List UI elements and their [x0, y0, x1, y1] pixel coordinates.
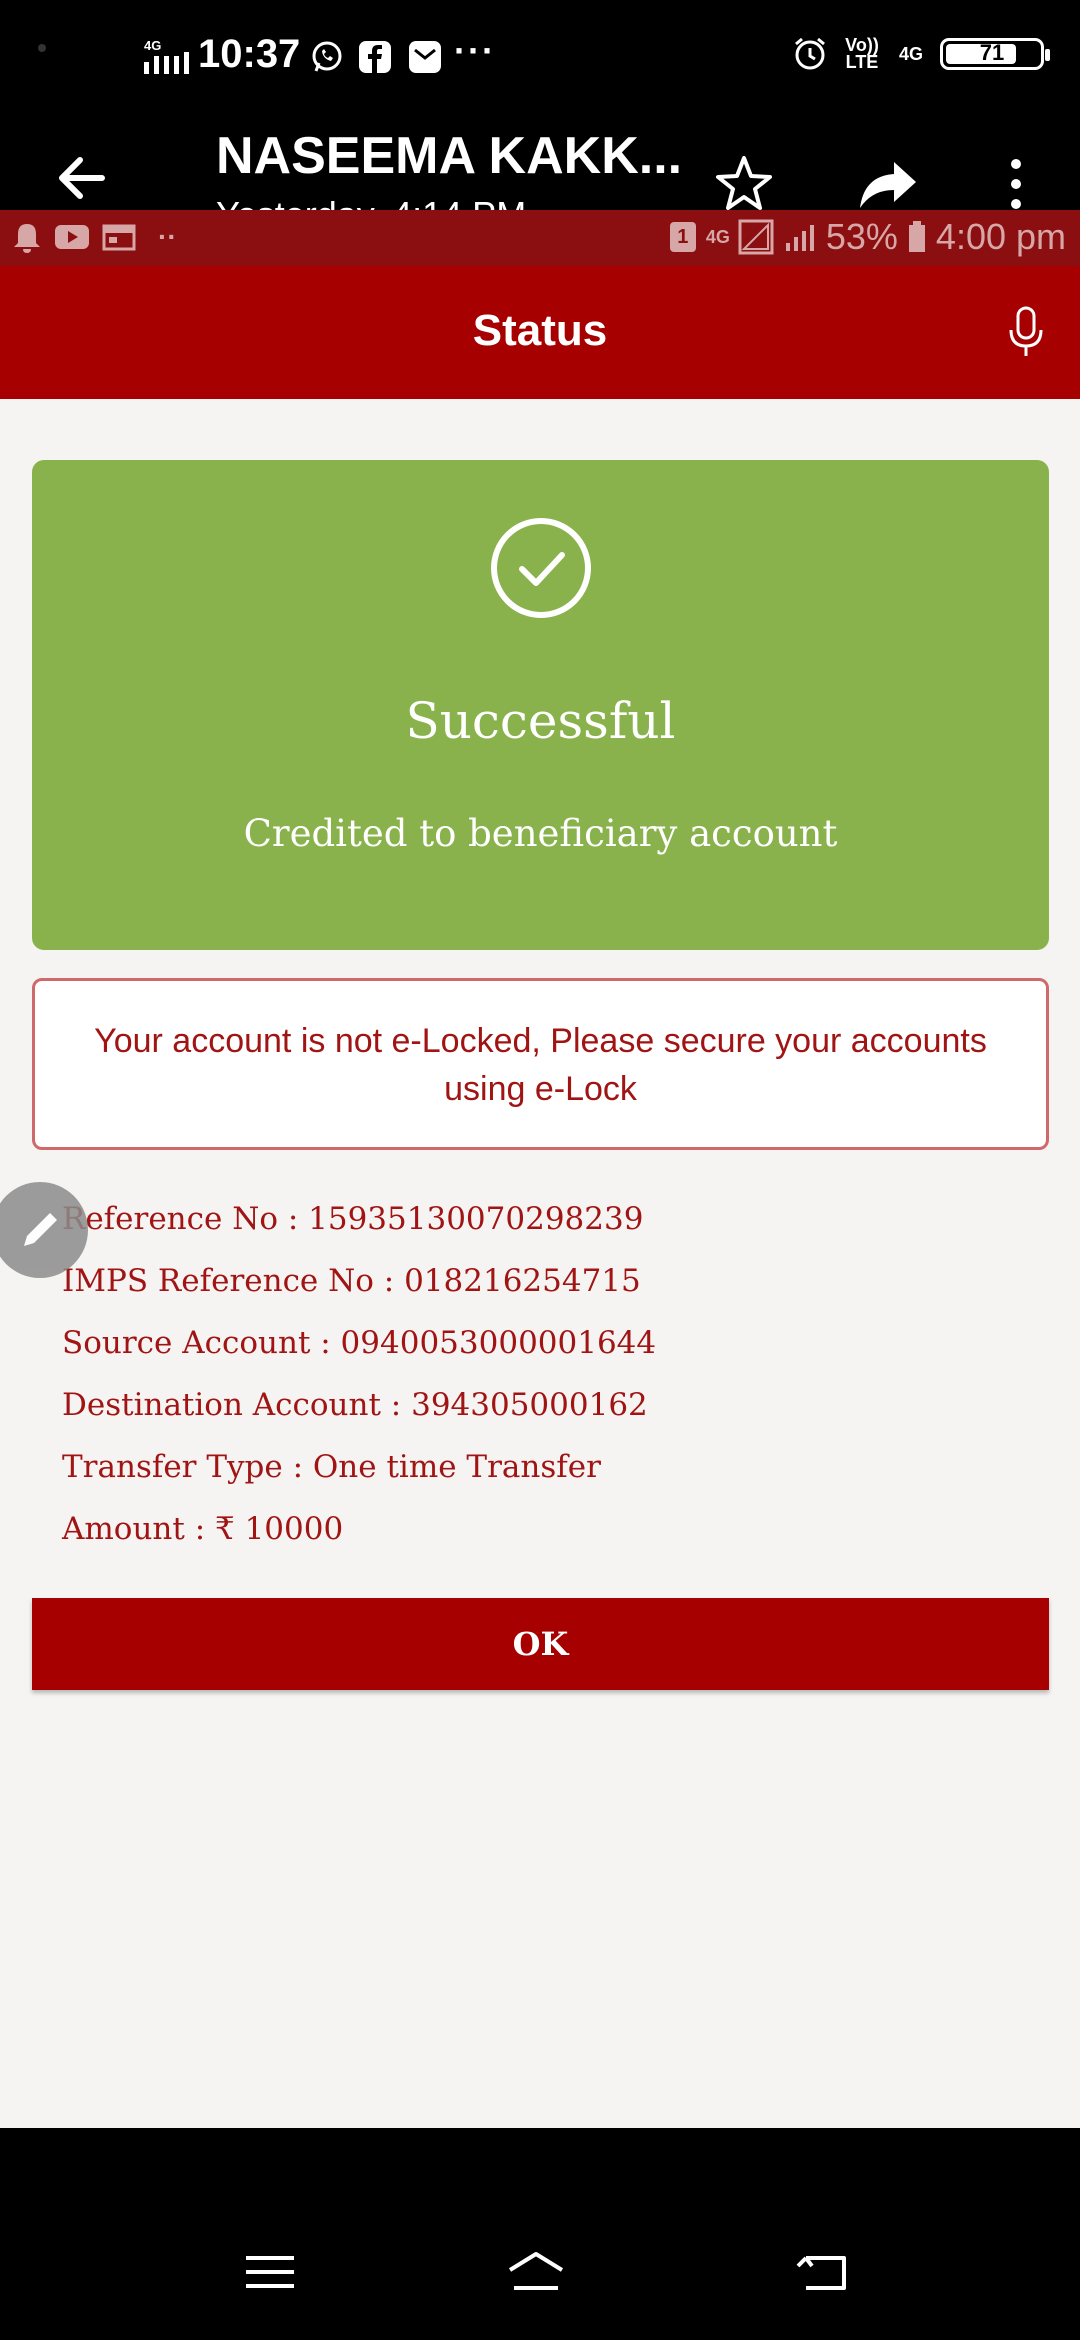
overflow-menu-icon[interactable] — [984, 152, 1048, 216]
back-arrow-icon[interactable] — [52, 148, 112, 208]
battery-icon: 71 — [940, 38, 1050, 70]
whatsapp-icon — [312, 41, 342, 72]
battery-level: 71 — [979, 40, 1005, 65]
status-message: Credited to beneficiary account — [243, 812, 838, 855]
system-time: 10:37 — [198, 32, 301, 76]
success-card: Successful Credited to beneficiary accou… — [32, 460, 1049, 950]
star-icon[interactable] — [712, 152, 776, 216]
more-notifications-icon: ··· — [454, 30, 496, 71]
calendar-icon — [102, 224, 136, 251]
status-title: Successful — [405, 692, 676, 750]
destination-account: Destination Account : 394305000162 — [62, 1387, 648, 1423]
sim-badge: 1 — [669, 222, 696, 252]
inner-battery-icon — [908, 221, 925, 252]
pencil-icon — [24, 1213, 57, 1246]
ok-button[interactable]: OK — [32, 1598, 1049, 1690]
source-account: Source Account : 0940053000001644 — [62, 1325, 657, 1361]
shared-screenshot: ·· 1 4G 53% 4:00 pm Status Successful Cr… — [0, 210, 1080, 2128]
inner-time: 4:00 pm — [935, 216, 1066, 257]
elock-warning[interactable]: Your account is not e-Locked, Please sec… — [32, 978, 1049, 1150]
notification-dot — [38, 44, 46, 52]
transfer-type: Transfer Type : One time Transfer — [62, 1449, 601, 1485]
network-label: 4G — [144, 38, 161, 53]
facebook-icon — [359, 41, 391, 73]
youtube-icon — [55, 225, 89, 249]
network-right-label: 4G — [898, 43, 923, 64]
viewer-header: NASEEMA KAKK... Yesterday, 4:14 PM — [0, 120, 1080, 235]
imps-reference-number: IMPS Reference No : 018216254715 — [62, 1263, 641, 1299]
forward-icon[interactable] — [856, 152, 920, 216]
page-title: Status — [472, 306, 608, 355]
home-icon[interactable] — [506, 2248, 566, 2296]
system-status-right: Vo)) LTE 4G 71 — [792, 35, 1050, 72]
bell-icon — [14, 224, 40, 253]
mail-icon — [409, 41, 441, 73]
inner-status-bar: ·· 1 4G 53% 4:00 pm — [0, 210, 1080, 266]
inner-battery-percent: 53% — [825, 216, 898, 257]
more-dots-icon: ·· — [158, 221, 177, 252]
inner-status-left: ·· — [12, 220, 177, 254]
back-nav-icon[interactable] — [792, 2248, 852, 2296]
elock-warning-text: Your account is not e-Locked, Please sec… — [94, 1022, 987, 1108]
signal-icon: 4G — [144, 38, 189, 74]
transaction-details: Reference No : 15935130070298239 IMPS Re… — [62, 1188, 656, 1560]
signal-box-icon — [738, 219, 774, 255]
menu-icon[interactable] — [240, 2248, 300, 2296]
amount: Amount : ₹ 10000 — [62, 1511, 344, 1547]
navigation-bar — [0, 2128, 1080, 2340]
signal-bars-icon — [785, 225, 814, 251]
system-status-bar: 4G 10:37 ··· Vo)) LTE 4G 71 — [0, 0, 1080, 120]
microphone-icon[interactable] — [1006, 306, 1046, 360]
alarm-icon — [795, 37, 825, 70]
reference-number: Reference No : 15935130070298239 — [62, 1201, 644, 1237]
volte-label: Vo)) LTE — [845, 35, 879, 72]
inner-network-label: 4G — [705, 226, 730, 247]
contact-name: NASEEMA KAKK... — [216, 127, 683, 185]
inner-status-right: 1 4G 53% 4:00 pm — [669, 216, 1066, 258]
app-header: Status — [0, 266, 1080, 399]
check-circle-icon — [491, 518, 591, 618]
